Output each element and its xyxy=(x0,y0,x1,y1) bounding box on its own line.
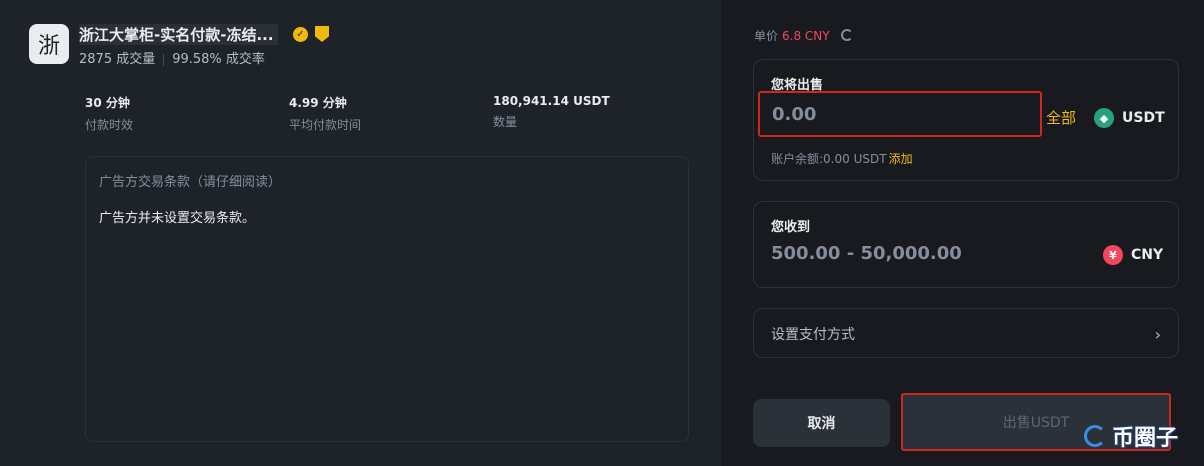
usdt-icon: ◆ xyxy=(1094,108,1114,128)
order-panel: 单价6.8 CNY 您将出售 全部 ◆ USDT 账户余额:0.00 USDT添… xyxy=(721,0,1204,466)
sell-coin-label: USDT xyxy=(1122,110,1165,126)
metric-avg-payment-time: 4.99 分钟 平均付款时间 xyxy=(289,94,361,133)
ad-detail-panel: 浙 浙江大掌柜-实名付款-冻结... ✓ 2875 成交量 99.58% 成交率 … xyxy=(0,0,721,466)
balance-text: 账户余额:0.00 USDT xyxy=(771,152,887,166)
divider xyxy=(163,53,165,66)
terms-title: 广告方交易条款（请仔细阅读） xyxy=(99,175,282,190)
metric-value: 180,941.14 USDT xyxy=(493,94,610,108)
receive-coin-label: CNY xyxy=(1131,247,1164,263)
metric-payment-window: 30 分钟 付款时效 xyxy=(85,94,133,133)
sell-amount-input[interactable] xyxy=(758,91,1042,137)
merchant-avatar[interactable]: 浙 xyxy=(29,24,69,64)
metric-value: 30 分钟 xyxy=(85,96,130,110)
payment-method-label: 设置支付方式 xyxy=(771,327,855,343)
trade-count: 2875 成交量 xyxy=(79,52,156,67)
unit-price: 单价 6.8 CNY xyxy=(754,27,830,44)
watermark-logo-icon xyxy=(1084,425,1106,447)
cancel-button[interactable]: 取消 xyxy=(753,399,890,447)
payment-method-selector[interactable]: 设置支付方式 › xyxy=(753,308,1179,358)
shield-icon xyxy=(315,26,329,42)
watermark-text: 币圈子 xyxy=(1112,426,1179,451)
chevron-right-icon: › xyxy=(1154,325,1161,344)
metric-label: 付款时效 xyxy=(85,118,134,132)
add-funds-link[interactable]: 添加 xyxy=(889,152,913,166)
cny-icon: ¥ xyxy=(1103,245,1123,265)
sell-coin: ◆ USDT xyxy=(1094,108,1165,128)
merchant-name[interactable]: 浙江大掌柜-实名付款-冻结... xyxy=(79,24,278,45)
account-balance: 账户余额:0.00 USDT 添加 xyxy=(771,150,913,167)
receive-coin: ¥ CNY xyxy=(1103,245,1163,265)
merchant-stats: 2875 成交量 99.58% 成交率 xyxy=(79,48,265,67)
unit-price-value: 6.8 CNY xyxy=(782,29,830,43)
receive-range: 500.00 - 50,000.00 xyxy=(771,243,962,264)
metric-value: 4.99 分钟 xyxy=(289,96,347,110)
trade-terms-box: 广告方交易条款（请仔细阅读） 广告方并未设置交易条款。 xyxy=(85,156,689,442)
all-button[interactable]: 全部 xyxy=(1046,107,1076,128)
terms-body: 广告方并未设置交易条款。 xyxy=(99,211,256,226)
watermark: 币圈子 xyxy=(1084,420,1178,452)
metric-label: 平均付款时间 xyxy=(289,118,362,132)
receive-amount-card: 您收到 500.00 - 50,000.00 ¥ CNY xyxy=(753,201,1179,288)
sell-amount-card: 您将出售 全部 ◆ USDT 账户余额:0.00 USDT添加 xyxy=(753,59,1179,181)
completion-rate: 99.58% 成交率 xyxy=(172,52,265,67)
refresh-icon[interactable] xyxy=(841,29,853,41)
receive-label: 您收到 xyxy=(771,220,811,235)
check-badge-icon: ✓ xyxy=(293,27,308,42)
metric-label: 数量 xyxy=(493,115,518,129)
metric-quantity: 180,941.14 USDT 数量 xyxy=(493,94,610,130)
unit-price-label: 单价 xyxy=(754,29,779,43)
